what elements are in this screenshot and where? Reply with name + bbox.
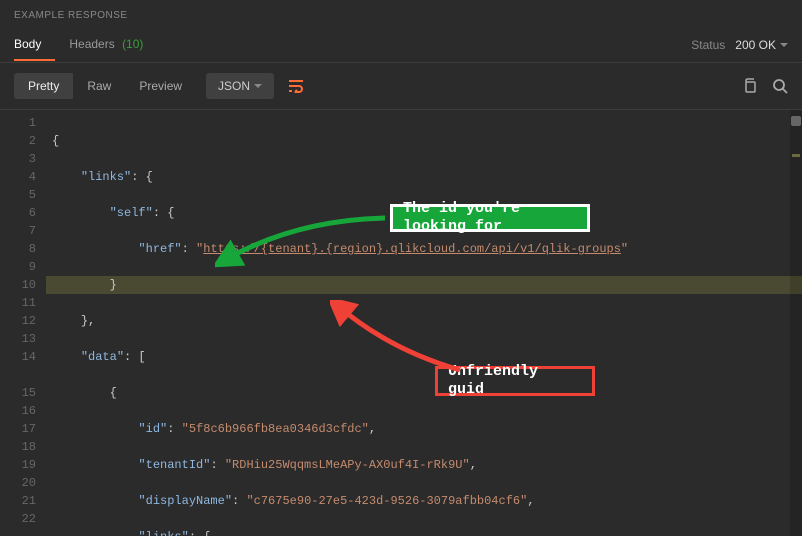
status-value[interactable]: 200 OK: [735, 38, 788, 52]
line-gutter: 12345678910111213141516171819202122: [0, 110, 46, 536]
pretty-button[interactable]: Pretty: [14, 73, 73, 99]
tab-body-label: Body: [14, 37, 41, 51]
scrollbar[interactable]: [790, 110, 802, 536]
wrap-icon: [288, 79, 304, 93]
copy-button[interactable]: [742, 78, 758, 94]
response-tabs-row: Body Headers (10) Status 200 OK: [0, 27, 802, 63]
tab-headers-label: Headers: [69, 37, 114, 51]
code-content: { "links": { "self": { "href": "https://…: [46, 110, 802, 536]
status-value-text: 200 OK: [735, 38, 776, 52]
format-select[interactable]: JSON: [206, 73, 274, 99]
code-area[interactable]: 12345678910111213141516171819202122 { "l…: [0, 110, 802, 536]
tab-headers[interactable]: Headers (10): [69, 29, 157, 61]
format-select-label: JSON: [218, 79, 250, 93]
copy-icon: [742, 78, 758, 94]
preview-button[interactable]: Preview: [125, 73, 196, 99]
response-toolbar: Pretty Raw Preview JSON: [0, 63, 802, 110]
view-mode-segment: Pretty Raw Preview: [14, 73, 196, 99]
search-icon: [772, 78, 788, 94]
raw-button[interactable]: Raw: [73, 73, 125, 99]
wrap-lines-button[interactable]: [282, 73, 310, 99]
section-label: EXAMPLE RESPONSE: [0, 0, 802, 27]
chevron-down-icon: [254, 84, 262, 88]
scrollbar-thumb[interactable]: [791, 116, 801, 126]
chevron-down-icon: [780, 43, 788, 47]
status-label: Status: [691, 38, 725, 52]
tab-headers-count: (10): [122, 37, 143, 51]
search-button[interactable]: [772, 78, 788, 94]
tab-body[interactable]: Body: [14, 29, 55, 61]
minimap-marker: [792, 154, 800, 157]
